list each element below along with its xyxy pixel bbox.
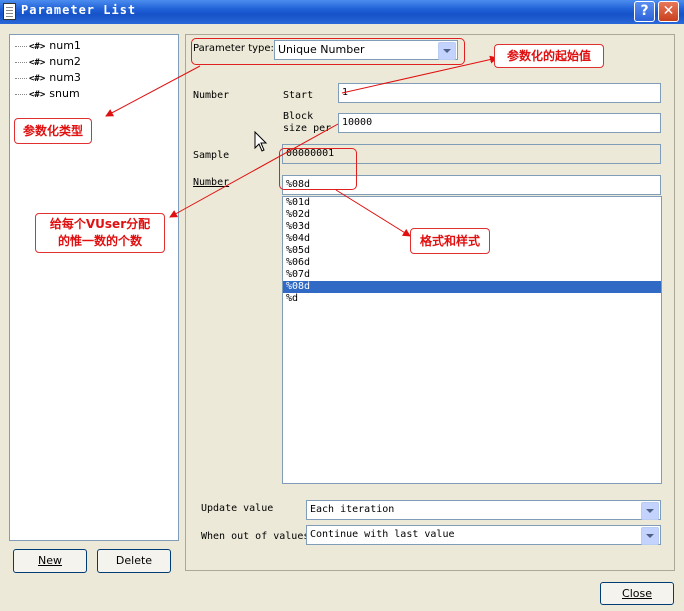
annotation-block-size: 给每个VUser分配 的惟一数的个数 <box>35 213 165 253</box>
annotation-arrows <box>105 55 498 237</box>
annotation-format: 格式和样式 <box>410 228 490 254</box>
arrow-start-value <box>341 55 498 94</box>
arrow-block-size <box>169 123 339 218</box>
annotation-param-type: 参数化类型 <box>14 118 92 144</box>
arrow-param-type <box>105 65 201 117</box>
annotation-start-value: 参数化的起始值 <box>494 44 604 68</box>
arrow-format <box>335 189 411 237</box>
